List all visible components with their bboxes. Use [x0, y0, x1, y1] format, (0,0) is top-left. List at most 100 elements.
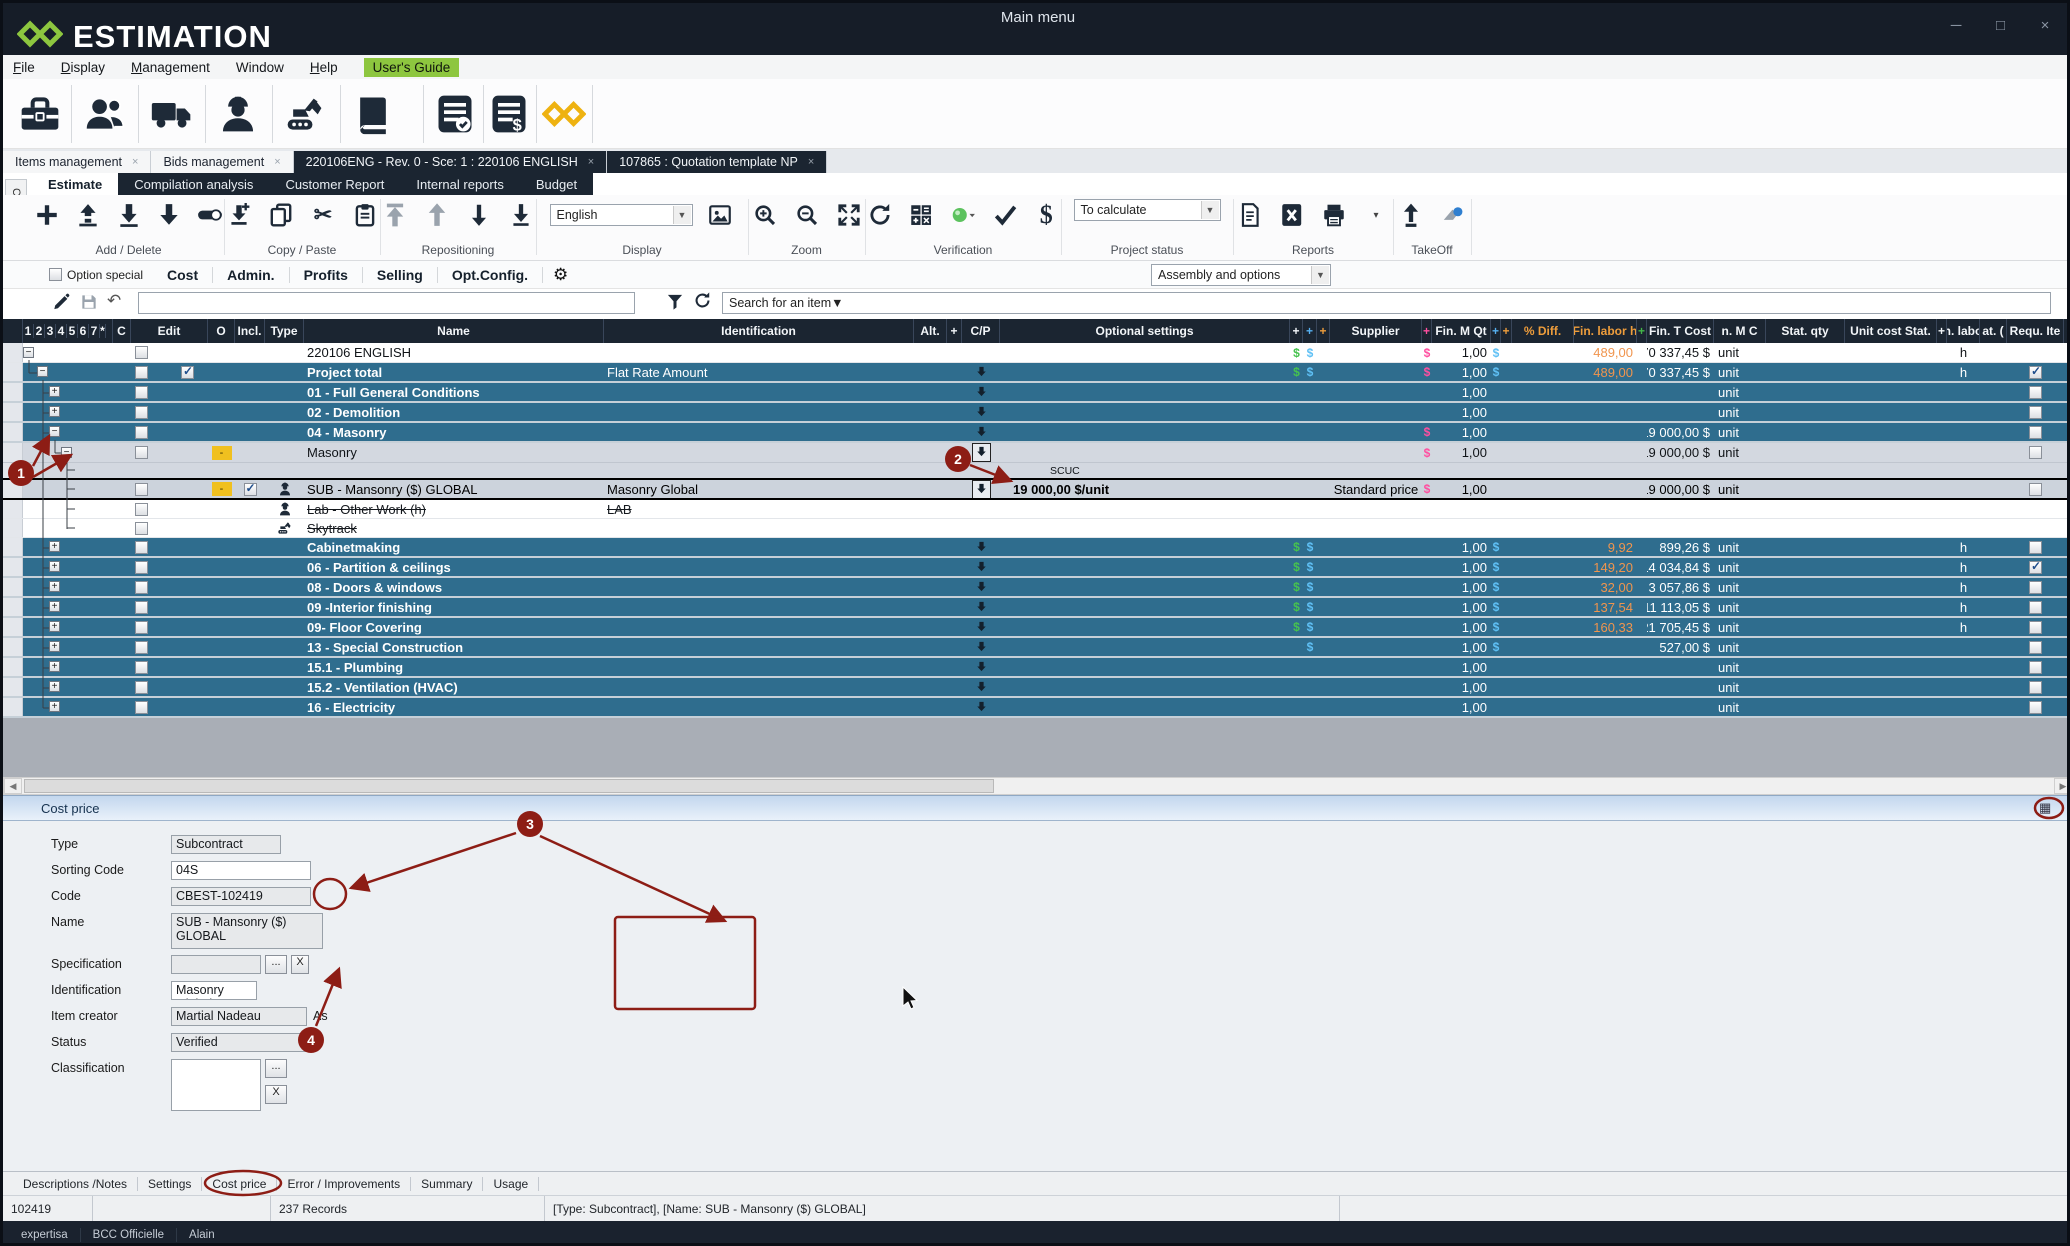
arrow-down-icon[interactable] [464, 199, 494, 231]
column-header-unitcost[interactable]: Unit cost Stat. [1845, 319, 1937, 343]
menu-item-file[interactable]: File [13, 60, 35, 75]
tree-expand-toggle[interactable]: + [49, 406, 60, 417]
column-header-optional[interactable]: Optional settings [1000, 319, 1290, 343]
column-header-nlabo[interactable]: n. labo [1947, 319, 1980, 343]
copy-down-icon[interactable] [976, 660, 987, 675]
table-row[interactable]: Lab - Other Work (h)LAB [3, 500, 2070, 519]
table-row[interactable]: +Cabinetmaking$$1,00$9,92899,26 $unith [3, 538, 2070, 558]
zoom-in-icon[interactable] [750, 199, 780, 231]
column-header-p1[interactable]: + [947, 319, 962, 343]
plus-icon[interactable] [33, 199, 62, 231]
status-dot-icon[interactable] [948, 199, 978, 231]
scissors-icon[interactable]: ✂ [308, 199, 338, 231]
table-row[interactable]: SCUC [3, 463, 2070, 478]
clients-icon[interactable] [82, 90, 130, 138]
printer-icon[interactable] [1319, 199, 1349, 231]
tree-collapse-toggle[interactable]: − [49, 426, 60, 437]
scrollbar-thumb[interactable] [24, 779, 994, 793]
doc-check-icon[interactable] [431, 90, 479, 138]
copy-down-icon[interactable] [976, 425, 987, 440]
column-header-p7[interactable]: + [1501, 319, 1512, 343]
copy-down-icon[interactable] [976, 405, 987, 420]
filter-funnel-icon[interactable] [665, 292, 685, 317]
mode-tab-opt-config-[interactable]: Opt.Config. [438, 267, 543, 283]
column-header-finlabor[interactable]: Fin. labor h [1574, 319, 1637, 343]
menu-item-user-s-guide[interactable]: User's Guide [364, 58, 460, 77]
document-tab[interactable]: Bids management× [151, 151, 293, 173]
checkbox[interactable] [2029, 561, 2042, 574]
table-row[interactable]: −220106 ENGLISH$$$1,00$489,0070 337,45 $… [3, 343, 2070, 363]
field-input-type[interactable]: Subcontract [171, 835, 281, 854]
quick-edit-input[interactable] [138, 292, 635, 314]
tab-budget[interactable]: Budget [520, 173, 593, 195]
undo-icon[interactable]: ↶ [107, 291, 121, 311]
column-header-p5[interactable]: + [1422, 319, 1432, 343]
tree-expand-toggle[interactable]: + [49, 561, 60, 572]
checkbox[interactable] [2029, 641, 2042, 654]
field-input-item-creator[interactable]: Martial Nadeau [171, 1007, 307, 1026]
horizontal-scrollbar[interactable]: ◀ ▶ [3, 777, 2070, 795]
menu-item-display[interactable]: Display [61, 60, 105, 75]
expand-icon[interactable] [834, 199, 864, 231]
takeoff-icon[interactable] [1396, 199, 1426, 231]
bottom-tab-usage[interactable]: Usage [483, 1177, 539, 1191]
tree-collapse-toggle[interactable]: − [61, 447, 72, 458]
table-row[interactable]: +01 - Full General Conditions1,00unit [3, 383, 2070, 403]
tree-expand-toggle[interactable]: + [49, 541, 60, 552]
column-header-cp[interactable]: C/P [962, 319, 1000, 343]
check-icon[interactable] [990, 199, 1020, 231]
table-row[interactable]: Skytrack [3, 519, 2070, 538]
mode-tab-admin-[interactable]: Admin. [213, 267, 289, 283]
table-row[interactable]: +06 - Partition & ceilings$$1,00$149,201… [3, 558, 2070, 578]
maximize-button[interactable]: □ [1981, 17, 2021, 34]
checkbox[interactable] [135, 426, 148, 439]
arrow-bottom-icon[interactable] [506, 199, 536, 231]
field-input-status[interactable]: Verified [171, 1033, 307, 1052]
takeoff-link-icon[interactable] [1438, 199, 1468, 231]
assembly-options-dropdown[interactable]: Assembly and options▼ [1151, 264, 1331, 286]
import-down-icon[interactable] [224, 199, 254, 231]
tree-collapse-toggle[interactable]: − [37, 366, 48, 377]
browse-button[interactable]: ... [265, 955, 287, 974]
table-row[interactable]: +02 - Demolition1,00unit [3, 403, 2070, 423]
column-header-alt[interactable]: Alt. [914, 319, 947, 343]
column-header-p9[interactable]: + [1937, 319, 1947, 343]
checkbox[interactable] [244, 483, 257, 496]
close-icon[interactable]: × [588, 156, 594, 168]
checkbox[interactable] [135, 701, 148, 714]
copy-down-icon[interactable] [976, 540, 987, 555]
column-header-gutter[interactable] [3, 319, 23, 343]
checkbox[interactable] [2029, 446, 2042, 459]
copy-down-icon[interactable] [976, 700, 987, 715]
checkbox[interactable] [2029, 483, 2042, 496]
tree-expand-toggle[interactable]: + [49, 386, 60, 397]
arrow-top-box-icon[interactable] [74, 199, 103, 231]
column-header-p4[interactable]: + [1317, 319, 1330, 343]
excavator-icon[interactable] [277, 520, 293, 536]
excavator-icon[interactable] [282, 90, 330, 138]
checkbox[interactable] [2029, 661, 2042, 674]
field-input-identification[interactable]: Masonry Global [171, 981, 257, 1000]
copy-down-icon[interactable] [972, 480, 991, 498]
table-row[interactable]: −Project totalFlat Rate Amount$$$1,00$48… [3, 363, 2070, 383]
copy-down-icon[interactable] [976, 580, 987, 595]
checkbox[interactable] [2029, 541, 2042, 554]
column-header-p8[interactable]: + [1637, 319, 1647, 343]
checkbox[interactable] [135, 522, 148, 535]
checkbox[interactable] [135, 641, 148, 654]
checkbox[interactable] [2029, 581, 2042, 594]
column-header-finmqt[interactable]: Fin. M Qt [1432, 319, 1491, 343]
checkbox[interactable] [135, 601, 148, 614]
checkbox[interactable] [2029, 681, 2042, 694]
column-header-o[interactable]: O [208, 319, 235, 343]
toggle-pill-icon[interactable] [195, 199, 224, 231]
column-header-nmc[interactable]: n. M C [1714, 319, 1766, 343]
zoom-out-icon[interactable] [792, 199, 822, 231]
brand-diamond-icon[interactable] [540, 90, 588, 138]
clear-button[interactable]: X [291, 955, 309, 974]
checkbox[interactable] [2029, 386, 2042, 399]
tree-expand-toggle[interactable]: + [49, 601, 60, 612]
close-icon[interactable]: × [808, 156, 814, 168]
table-row[interactable]: +15.1 - Plumbing1,00unit [3, 658, 2070, 678]
scroll-right-icon[interactable]: ▶ [2054, 778, 2070, 794]
